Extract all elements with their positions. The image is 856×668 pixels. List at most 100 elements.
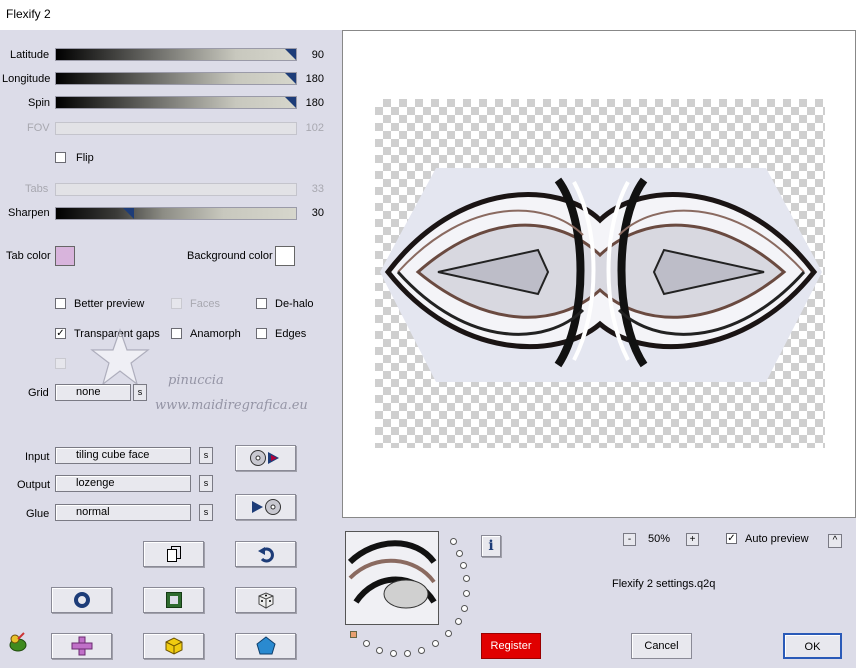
fov-slider (55, 122, 297, 135)
tabs-value: 33 (311, 183, 324, 195)
auto-preview-checkbox[interactable]: ✓ (726, 533, 737, 544)
nav-dot[interactable] (432, 640, 439, 647)
spin-label: Spin (28, 97, 51, 109)
edges-label: Edges (275, 328, 307, 340)
play-disc-icon (251, 499, 281, 515)
longitude-label: Longitude (2, 73, 51, 85)
fov-label: FOV (27, 122, 50, 134)
random-button[interactable] (235, 587, 296, 613)
sharpen-value: 30 (311, 207, 324, 219)
watermark-name: pinuccia (168, 373, 224, 388)
pentagon-icon (255, 636, 276, 655)
latitude-label: Latitude (10, 49, 50, 61)
navigator-thumbnail[interactable] (345, 531, 439, 625)
flip-label: Flip (76, 152, 94, 164)
edges-checkbox[interactable] (256, 328, 267, 339)
frame-button[interactable] (143, 587, 204, 613)
register-button[interactable]: Register (481, 633, 541, 659)
better-preview-checkbox[interactable] (55, 298, 66, 309)
tab-color-swatch[interactable] (55, 246, 75, 266)
glue-label: Glue (26, 508, 50, 520)
undo-icon (257, 547, 274, 563)
input-s-button[interactable]: s (199, 447, 213, 464)
anamorph-label: Anamorph (190, 328, 241, 340)
glue-s-button[interactable]: s (199, 504, 213, 521)
watermark-star-icon (90, 328, 150, 388)
app-logo-icon (6, 630, 30, 654)
spin-slider[interactable] (55, 96, 297, 109)
nav-dot[interactable] (463, 590, 470, 597)
faces-checkbox (171, 298, 182, 309)
nav-dot[interactable] (404, 650, 411, 657)
better-preview-label: Better preview (74, 298, 145, 310)
slider-thumb[interactable] (123, 208, 134, 219)
load-preset-button[interactable] (235, 445, 296, 471)
nav-dot[interactable] (363, 640, 370, 647)
output-s-button[interactable]: s (199, 475, 213, 492)
disc-play-icon (249, 450, 279, 466)
glue-select[interactable]: normal (55, 504, 191, 521)
window-title: Flexify 2 (6, 7, 51, 21)
grid-label: Grid (28, 387, 49, 399)
nav-dot[interactable] (418, 647, 425, 654)
dice-icon (258, 592, 273, 609)
zoom-out-button[interactable]: - (623, 533, 636, 546)
latitude-slider[interactable] (55, 48, 297, 61)
nav-dot[interactable] (450, 538, 457, 545)
collapse-button[interactable]: ^ (828, 534, 842, 548)
output-select[interactable]: lozenge (55, 475, 191, 492)
pentagon-button[interactable] (235, 633, 296, 659)
nav-dot[interactable] (456, 550, 463, 557)
longitude-value: 180 (305, 73, 324, 85)
faces-label: Faces (190, 298, 220, 310)
input-label: Input (25, 451, 50, 463)
background-color-label: Background color (187, 250, 273, 262)
tab-color-label: Tab color (6, 250, 51, 262)
cross-button[interactable] (51, 633, 112, 659)
sharpen-slider[interactable] (55, 207, 297, 220)
nav-dot[interactable] (445, 630, 452, 637)
sharpen-label: Sharpen (8, 207, 50, 219)
copy-icon (166, 546, 181, 562)
auto-preview-label: Auto preview (745, 533, 809, 545)
longitude-slider[interactable] (55, 72, 297, 85)
grid-s-button[interactable]: s (133, 384, 147, 401)
nav-dot[interactable] (463, 575, 470, 582)
zoom-in-button[interactable]: + (686, 533, 699, 546)
info-button[interactable]: i (481, 535, 501, 557)
tabs-label: Tabs (25, 183, 49, 195)
cross-icon (71, 636, 92, 656)
nav-dot[interactable] (461, 605, 468, 612)
ring-icon (73, 592, 90, 608)
anamorph-checkbox[interactable] (171, 328, 182, 339)
save-preset-button[interactable] (235, 494, 296, 520)
cube-button[interactable] (143, 633, 204, 659)
spin-value: 180 (305, 97, 324, 109)
cancel-button[interactable]: Cancel (631, 633, 692, 659)
nav-dot[interactable] (460, 562, 467, 569)
nav-dot[interactable] (390, 650, 397, 657)
copy-button[interactable] (143, 541, 204, 567)
frame-icon (165, 592, 182, 608)
de-halo-label: De-halo (275, 298, 314, 310)
cube-icon (165, 637, 182, 655)
ok-button[interactable]: OK (783, 633, 842, 659)
nav-dot[interactable] (455, 618, 462, 625)
fov-value: 102 (305, 122, 324, 134)
nav-dot[interactable] (376, 647, 383, 654)
undo-button[interactable] (235, 541, 296, 567)
transparent-gaps-checkbox[interactable]: ✓ (55, 328, 66, 339)
settings-filename: Flexify 2 settings.q2q (612, 578, 716, 590)
info-icon: i (488, 538, 494, 554)
nav-marker-icon[interactable] (350, 631, 357, 638)
flip-checkbox[interactable] (55, 152, 66, 163)
input-select[interactable]: tiling cube face (55, 447, 191, 464)
zoom-level: 50% (648, 533, 671, 545)
hidden-option-checkbox (55, 358, 66, 369)
ring-button[interactable] (51, 587, 112, 613)
grid-select[interactable]: none (55, 384, 131, 401)
de-halo-checkbox[interactable] (256, 298, 267, 309)
latitude-value: 90 (311, 49, 324, 61)
background-color-swatch[interactable] (275, 246, 295, 266)
preview-image (378, 160, 824, 386)
